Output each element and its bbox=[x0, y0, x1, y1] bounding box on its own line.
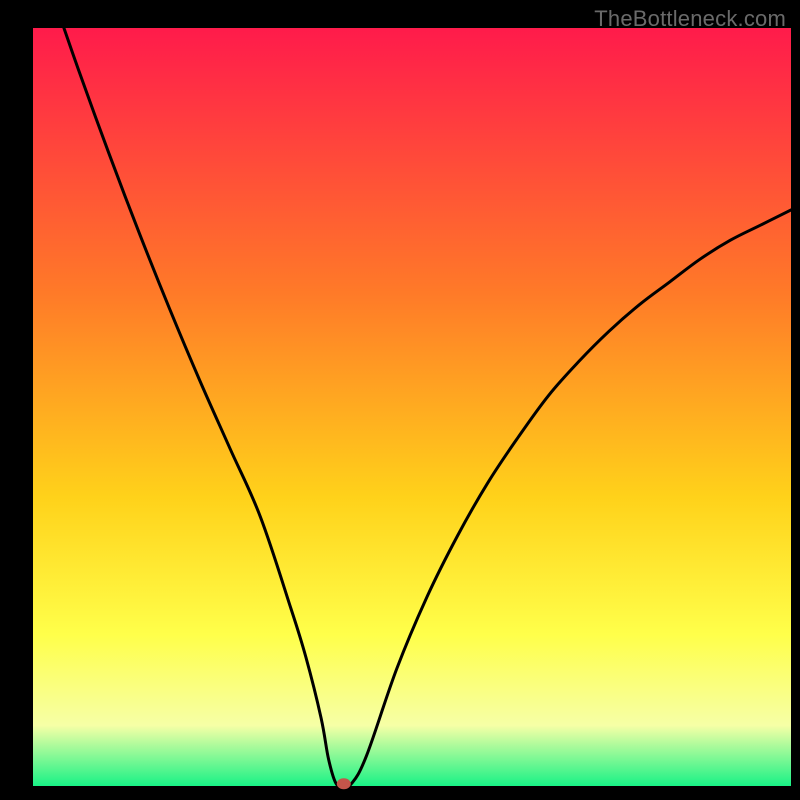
watermark-text: TheBottleneck.com bbox=[594, 6, 786, 32]
plot-background bbox=[33, 28, 791, 786]
chart-frame: { "watermark": "TheBottleneck.com", "col… bbox=[0, 0, 800, 800]
bottleneck-chart bbox=[0, 0, 800, 800]
optimal-marker bbox=[337, 778, 351, 789]
